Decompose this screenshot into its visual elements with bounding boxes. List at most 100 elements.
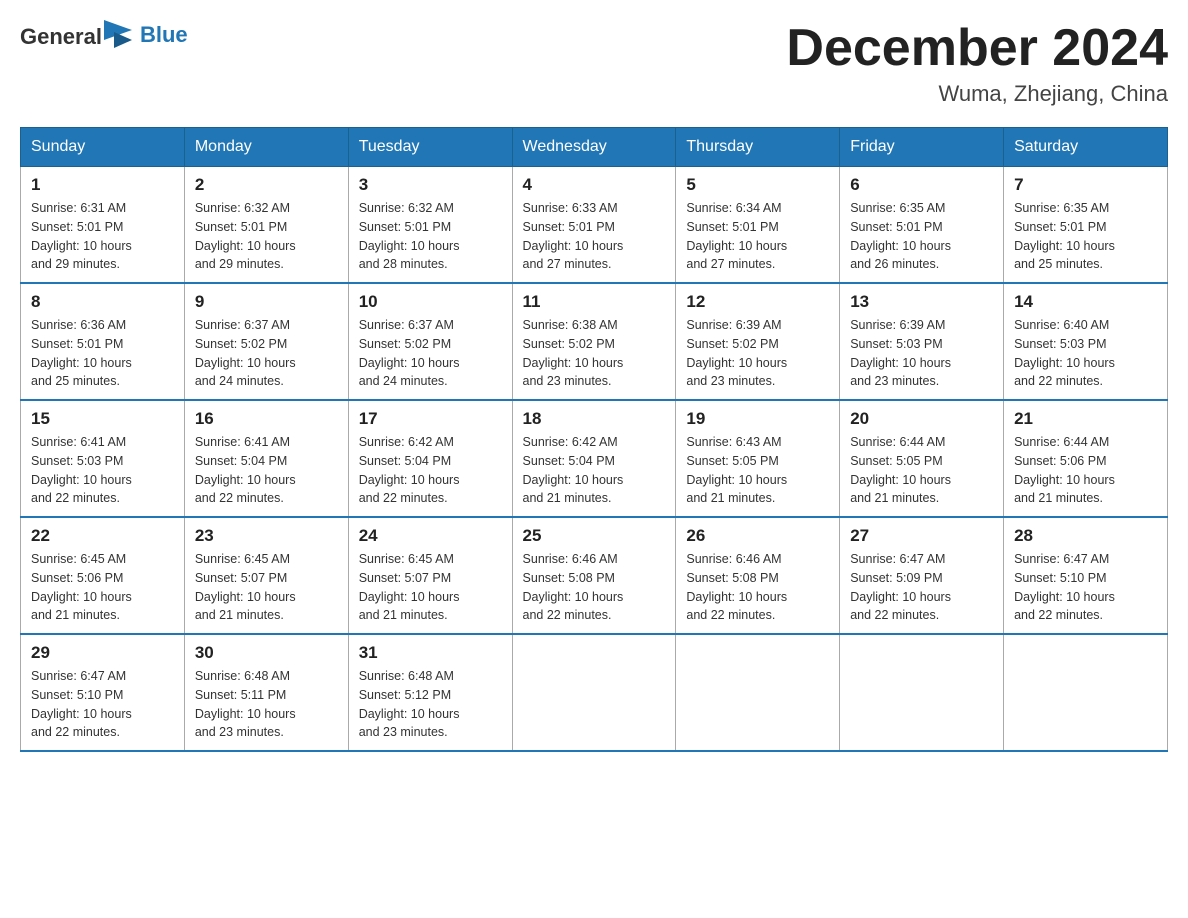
page-header: General Blue December 2024 Wuma, Zhejian… xyxy=(20,20,1168,107)
day-info: Sunrise: 6:48 AMSunset: 5:12 PMDaylight:… xyxy=(359,667,502,742)
day-info: Sunrise: 6:48 AMSunset: 5:11 PMDaylight:… xyxy=(195,667,338,742)
day-number: 29 xyxy=(31,643,174,663)
day-number: 24 xyxy=(359,526,502,546)
day-info: Sunrise: 6:38 AMSunset: 5:02 PMDaylight:… xyxy=(523,316,666,391)
day-number: 4 xyxy=(523,175,666,195)
day-info: Sunrise: 6:39 AMSunset: 5:02 PMDaylight:… xyxy=(686,316,829,391)
weekday-header-wednesday: Wednesday xyxy=(512,128,676,167)
day-number: 26 xyxy=(686,526,829,546)
calendar-cell: 27 Sunrise: 6:47 AMSunset: 5:09 PMDaylig… xyxy=(840,517,1004,634)
day-info: Sunrise: 6:34 AMSunset: 5:01 PMDaylight:… xyxy=(686,199,829,274)
day-info: Sunrise: 6:46 AMSunset: 5:08 PMDaylight:… xyxy=(686,550,829,625)
calendar-cell: 6 Sunrise: 6:35 AMSunset: 5:01 PMDayligh… xyxy=(840,167,1004,284)
day-info: Sunrise: 6:35 AMSunset: 5:01 PMDaylight:… xyxy=(850,199,993,274)
calendar-cell: 3 Sunrise: 6:32 AMSunset: 5:01 PMDayligh… xyxy=(348,167,512,284)
day-info: Sunrise: 6:44 AMSunset: 5:06 PMDaylight:… xyxy=(1014,433,1157,508)
calendar-cell: 4 Sunrise: 6:33 AMSunset: 5:01 PMDayligh… xyxy=(512,167,676,284)
month-title: December 2024 xyxy=(786,20,1168,77)
calendar-cell: 25 Sunrise: 6:46 AMSunset: 5:08 PMDaylig… xyxy=(512,517,676,634)
location-title: Wuma, Zhejiang, China xyxy=(786,81,1168,107)
day-info: Sunrise: 6:42 AMSunset: 5:04 PMDaylight:… xyxy=(359,433,502,508)
calendar-table: SundayMondayTuesdayWednesdayThursdayFrid… xyxy=(20,127,1168,752)
calendar-cell xyxy=(1004,634,1168,751)
day-info: Sunrise: 6:31 AMSunset: 5:01 PMDaylight:… xyxy=(31,199,174,274)
day-info: Sunrise: 6:44 AMSunset: 5:05 PMDaylight:… xyxy=(850,433,993,508)
weekday-header-saturday: Saturday xyxy=(1004,128,1168,167)
weekday-header-sunday: Sunday xyxy=(21,128,185,167)
calendar-cell: 17 Sunrise: 6:42 AMSunset: 5:04 PMDaylig… xyxy=(348,400,512,517)
day-info: Sunrise: 6:41 AMSunset: 5:04 PMDaylight:… xyxy=(195,433,338,508)
day-info: Sunrise: 6:47 AMSunset: 5:09 PMDaylight:… xyxy=(850,550,993,625)
day-number: 23 xyxy=(195,526,338,546)
day-number: 31 xyxy=(359,643,502,663)
calendar-cell: 2 Sunrise: 6:32 AMSunset: 5:01 PMDayligh… xyxy=(184,167,348,284)
day-info: Sunrise: 6:35 AMSunset: 5:01 PMDaylight:… xyxy=(1014,199,1157,274)
calendar-cell xyxy=(676,634,840,751)
day-number: 6 xyxy=(850,175,993,195)
day-info: Sunrise: 6:45 AMSunset: 5:07 PMDaylight:… xyxy=(195,550,338,625)
logo-icon xyxy=(104,20,132,50)
calendar-cell: 9 Sunrise: 6:37 AMSunset: 5:02 PMDayligh… xyxy=(184,283,348,400)
calendar-cell: 24 Sunrise: 6:45 AMSunset: 5:07 PMDaylig… xyxy=(348,517,512,634)
day-number: 9 xyxy=(195,292,338,312)
day-info: Sunrise: 6:43 AMSunset: 5:05 PMDaylight:… xyxy=(686,433,829,508)
weekday-header-monday: Monday xyxy=(184,128,348,167)
day-number: 27 xyxy=(850,526,993,546)
title-block: December 2024 Wuma, Zhejiang, China xyxy=(786,20,1168,107)
day-info: Sunrise: 6:47 AMSunset: 5:10 PMDaylight:… xyxy=(31,667,174,742)
day-number: 17 xyxy=(359,409,502,429)
day-number: 30 xyxy=(195,643,338,663)
weekday-header-thursday: Thursday xyxy=(676,128,840,167)
day-number: 18 xyxy=(523,409,666,429)
calendar-cell: 16 Sunrise: 6:41 AMSunset: 5:04 PMDaylig… xyxy=(184,400,348,517)
day-info: Sunrise: 6:32 AMSunset: 5:01 PMDaylight:… xyxy=(359,199,502,274)
day-number: 25 xyxy=(523,526,666,546)
day-info: Sunrise: 6:33 AMSunset: 5:01 PMDaylight:… xyxy=(523,199,666,274)
calendar-cell: 14 Sunrise: 6:40 AMSunset: 5:03 PMDaylig… xyxy=(1004,283,1168,400)
weekday-header-friday: Friday xyxy=(840,128,1004,167)
day-number: 16 xyxy=(195,409,338,429)
calendar-cell: 20 Sunrise: 6:44 AMSunset: 5:05 PMDaylig… xyxy=(840,400,1004,517)
day-info: Sunrise: 6:39 AMSunset: 5:03 PMDaylight:… xyxy=(850,316,993,391)
calendar-cell: 29 Sunrise: 6:47 AMSunset: 5:10 PMDaylig… xyxy=(21,634,185,751)
calendar-cell: 30 Sunrise: 6:48 AMSunset: 5:11 PMDaylig… xyxy=(184,634,348,751)
calendar-cell: 19 Sunrise: 6:43 AMSunset: 5:05 PMDaylig… xyxy=(676,400,840,517)
logo: General Blue xyxy=(20,20,188,50)
day-number: 8 xyxy=(31,292,174,312)
calendar-cell: 13 Sunrise: 6:39 AMSunset: 5:03 PMDaylig… xyxy=(840,283,1004,400)
day-info: Sunrise: 6:32 AMSunset: 5:01 PMDaylight:… xyxy=(195,199,338,274)
logo-blue-text: Blue xyxy=(140,22,188,48)
day-info: Sunrise: 6:40 AMSunset: 5:03 PMDaylight:… xyxy=(1014,316,1157,391)
day-number: 11 xyxy=(523,292,666,312)
day-number: 22 xyxy=(31,526,174,546)
calendar-week-row: 1 Sunrise: 6:31 AMSunset: 5:01 PMDayligh… xyxy=(21,167,1168,284)
day-number: 3 xyxy=(359,175,502,195)
day-number: 28 xyxy=(1014,526,1157,546)
day-number: 15 xyxy=(31,409,174,429)
calendar-week-row: 22 Sunrise: 6:45 AMSunset: 5:06 PMDaylig… xyxy=(21,517,1168,634)
calendar-cell: 22 Sunrise: 6:45 AMSunset: 5:06 PMDaylig… xyxy=(21,517,185,634)
day-info: Sunrise: 6:45 AMSunset: 5:07 PMDaylight:… xyxy=(359,550,502,625)
weekday-header-tuesday: Tuesday xyxy=(348,128,512,167)
day-info: Sunrise: 6:37 AMSunset: 5:02 PMDaylight:… xyxy=(195,316,338,391)
calendar-cell: 1 Sunrise: 6:31 AMSunset: 5:01 PMDayligh… xyxy=(21,167,185,284)
calendar-week-row: 29 Sunrise: 6:47 AMSunset: 5:10 PMDaylig… xyxy=(21,634,1168,751)
day-number: 2 xyxy=(195,175,338,195)
day-number: 1 xyxy=(31,175,174,195)
day-info: Sunrise: 6:41 AMSunset: 5:03 PMDaylight:… xyxy=(31,433,174,508)
calendar-cell: 8 Sunrise: 6:36 AMSunset: 5:01 PMDayligh… xyxy=(21,283,185,400)
day-number: 21 xyxy=(1014,409,1157,429)
day-number: 5 xyxy=(686,175,829,195)
calendar-cell: 23 Sunrise: 6:45 AMSunset: 5:07 PMDaylig… xyxy=(184,517,348,634)
calendar-week-row: 8 Sunrise: 6:36 AMSunset: 5:01 PMDayligh… xyxy=(21,283,1168,400)
day-number: 7 xyxy=(1014,175,1157,195)
day-number: 14 xyxy=(1014,292,1157,312)
calendar-cell: 10 Sunrise: 6:37 AMSunset: 5:02 PMDaylig… xyxy=(348,283,512,400)
calendar-cell xyxy=(512,634,676,751)
day-number: 10 xyxy=(359,292,502,312)
calendar-cell: 26 Sunrise: 6:46 AMSunset: 5:08 PMDaylig… xyxy=(676,517,840,634)
calendar-cell: 21 Sunrise: 6:44 AMSunset: 5:06 PMDaylig… xyxy=(1004,400,1168,517)
day-number: 19 xyxy=(686,409,829,429)
calendar-cell: 31 Sunrise: 6:48 AMSunset: 5:12 PMDaylig… xyxy=(348,634,512,751)
day-info: Sunrise: 6:37 AMSunset: 5:02 PMDaylight:… xyxy=(359,316,502,391)
